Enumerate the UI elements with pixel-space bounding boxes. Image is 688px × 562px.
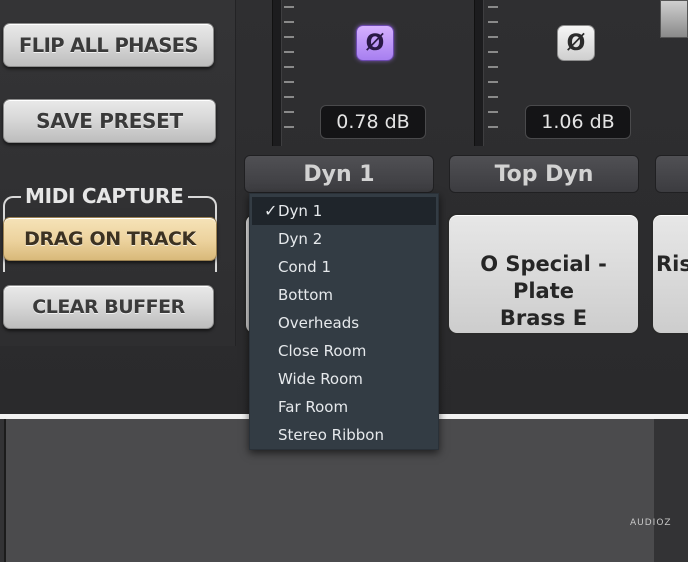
menu-item[interactable]: Dyn 2 [250,225,438,253]
level-readout: 1.06 dB [525,105,631,139]
menu-item-label: Dyn 1 [278,202,323,220]
phase-invert-button[interactable]: Ø [356,25,394,61]
menu-item[interactable]: Stereo Ribbon [250,421,438,449]
midi-capture-label: MIDI CAPTURE [21,184,188,208]
mic-select-dropdown[interactable] [655,155,688,193]
menu-item-label: Overheads [278,314,360,332]
menu-item-label: Wide Room [278,370,363,388]
menu-item[interactable]: Bottom [250,281,438,309]
menu-item[interactable]: Far Room [250,393,438,421]
preset-name-line: Brass E [499,306,588,330]
menu-item[interactable]: Wide Room [250,365,438,393]
level-readout: 0.78 dB [320,105,426,139]
fader-handle[interactable] [660,0,688,38]
fader-scale [488,6,498,138]
fader-scale [284,6,294,138]
phase-invert-button[interactable]: Ø [557,25,595,61]
flip-all-phases-button[interactable]: FLIP ALL PHASES [3,23,214,67]
preset-name-line: O Special - Plate [480,252,607,303]
menu-item-label: Stereo Ribbon [278,426,384,444]
menu-item-label: Far Room [278,398,349,416]
fader-track[interactable] [272,0,282,146]
menu-item-label: Bottom [278,286,334,304]
mic-select-dropdown[interactable]: Top Dyn [449,155,639,193]
watermark: AUDIOZ [630,518,672,528]
fader-track[interactable] [474,0,484,146]
checkmark-icon: ✓ [264,201,278,220]
menu-item-label: Dyn 2 [278,230,323,248]
menu-item[interactable]: Cond 1 [250,253,438,281]
menu-item[interactable]: ✓ Dyn 1 [252,197,436,225]
preset-tile[interactable]: O Special - Plate Brass E [447,213,640,335]
clear-buffer-button[interactable]: CLEAR BUFFER [3,285,214,329]
preset-tile[interactable]: Risi [651,213,688,335]
menu-item-label: Cond 1 [278,258,331,276]
menu-item-label: Close Room [278,342,367,360]
menu-item[interactable]: Overheads [250,309,438,337]
mic-select-dropdown[interactable]: Dyn 1 [244,155,434,193]
drag-on-track-button[interactable]: DRAG ON TRACK [3,217,217,261]
mic-dropdown-menu: ✓ Dyn 1 Dyn 2 Cond 1 Bottom Overheads Close Ro… [249,193,439,450]
save-preset-button[interactable]: SAVE PRESET [3,99,216,143]
left-control-panel: FLIP ALL PHASES SAVE PRESET MIDI CAPTURE… [0,0,236,346]
menu-item[interactable]: Close Room [250,337,438,365]
